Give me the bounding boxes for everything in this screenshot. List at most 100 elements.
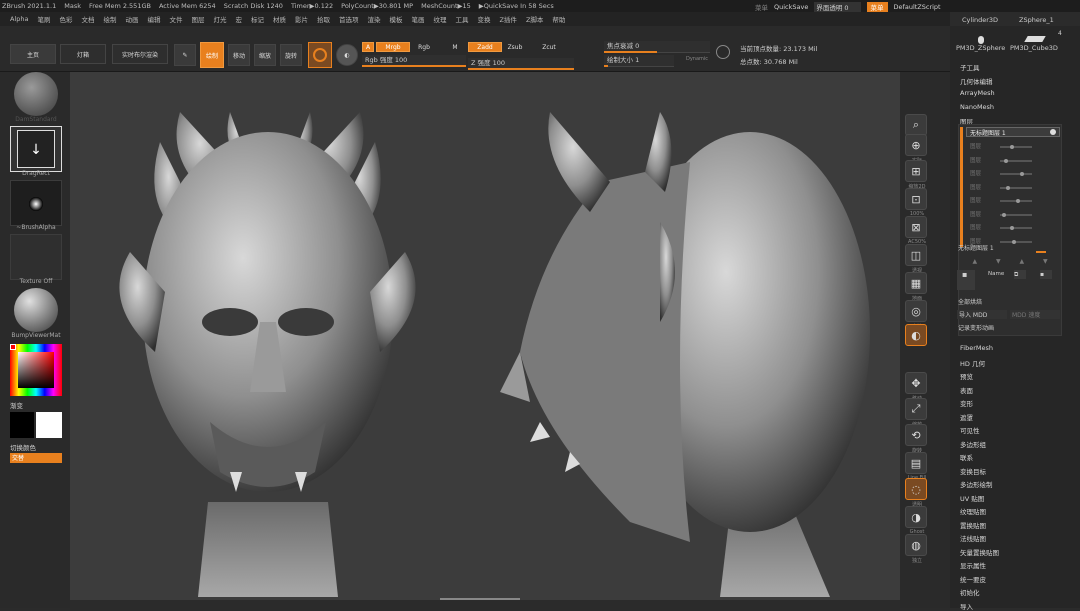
tray-menu-item[interactable]: 可见性 xyxy=(960,425,980,435)
new-layer-button[interactable]: ▪ xyxy=(957,270,975,290)
shelf-button[interactable]: ⟲ xyxy=(905,424,927,446)
menu-item[interactable]: 色彩 xyxy=(59,14,72,24)
tray-menu-item[interactable]: 联系 xyxy=(960,452,973,462)
scale-button[interactable]: 缩放 xyxy=(254,44,276,66)
layer-intensity-knob[interactable] xyxy=(1012,239,1016,244)
a-toggle[interactable]: A xyxy=(362,42,374,52)
ui-transparency-slider[interactable]: 界面透明 0 xyxy=(814,1,861,12)
tray-menu-item[interactable]: 导入 xyxy=(960,601,973,611)
menu-item[interactable]: 绘制 xyxy=(103,14,116,24)
rotate-button[interactable]: 旋转 xyxy=(280,44,302,66)
menu-item[interactable]: 拾取 xyxy=(317,14,330,24)
m-toggle[interactable]: M xyxy=(448,42,462,52)
stroke-thumb[interactable]: ↓ xyxy=(10,126,62,172)
shelf-button[interactable]: ⊞ xyxy=(905,160,927,182)
tray-menu-item[interactable]: 统一要皮 xyxy=(960,574,986,584)
switch-color-button[interactable]: 切换颜色 xyxy=(10,442,36,452)
layer-intensity-bar[interactable] xyxy=(1000,173,1032,175)
draw-button[interactable]: 绘制 xyxy=(200,42,224,68)
shelf-button[interactable]: ⌕ xyxy=(905,114,927,136)
shelf-button[interactable]: ▤ xyxy=(905,452,927,474)
shelf-button[interactable]: ◐ xyxy=(905,324,927,346)
layer-row[interactable]: 图层 xyxy=(970,210,1062,219)
alpha-thumb[interactable] xyxy=(10,180,62,226)
menu-item[interactable]: 文件 xyxy=(169,14,182,24)
menu-item[interactable]: 动画 xyxy=(125,14,138,24)
mrgb-toggle[interactable]: Mrgb xyxy=(376,42,410,52)
live-boolean-button[interactable]: 实时布尔渲染 xyxy=(112,44,168,64)
texture-thumb[interactable] xyxy=(10,234,62,280)
layer-intensity-bar[interactable] xyxy=(1000,227,1032,229)
shelf-button[interactable]: ⊕ xyxy=(905,134,927,156)
tray-menu-item[interactable]: 显示属性 xyxy=(960,560,986,570)
gizmo-button[interactable] xyxy=(308,42,332,68)
move-button[interactable]: 移动 xyxy=(228,44,250,66)
shelf-button[interactable]: ◑ xyxy=(905,506,927,528)
layer-scroll[interactable] xyxy=(960,127,963,247)
tray-menu-item[interactable]: 子工具 xyxy=(960,62,980,72)
tray-menu-item[interactable]: 变形 xyxy=(960,398,973,408)
zadd-toggle[interactable]: Zadd xyxy=(468,42,502,52)
material-thumb[interactable] xyxy=(10,288,62,334)
layer-active[interactable]: 无标题图层 1 xyxy=(966,127,1060,137)
layer-intensity-knob[interactable] xyxy=(1006,185,1010,190)
tool-thumb-zsphere[interactable]: ZSphere_1 xyxy=(1015,14,1060,34)
layer-row[interactable]: 图层 xyxy=(970,223,1062,232)
layer-row[interactable]: 图层 xyxy=(970,156,1062,165)
menu-item[interactable]: 渲染 xyxy=(367,14,380,24)
layer-intensity-bar[interactable] xyxy=(1000,146,1032,148)
layer-intensity-knob[interactable] xyxy=(1002,212,1006,217)
arrow-down-icon[interactable]: ▼ xyxy=(996,258,1001,266)
focal-shift-slider[interactable]: 焦点衰减 0 xyxy=(604,41,710,53)
color-square[interactable] xyxy=(18,352,54,388)
edit-button[interactable]: ✎ xyxy=(174,44,196,66)
menu-item[interactable]: 标记 xyxy=(251,14,264,24)
shelf-button[interactable]: ◍ xyxy=(905,534,927,556)
tray-menu-item[interactable]: 表面 xyxy=(960,385,973,395)
tray-menu-item[interactable]: 多边形绘制 xyxy=(960,479,993,489)
arrow-down2-icon[interactable]: ▼ xyxy=(1043,258,1048,266)
menu-item[interactable]: 材质 xyxy=(273,14,286,24)
tray-menu-item[interactable]: UV 贴图 xyxy=(960,493,984,503)
tool-thumb-pm3d-zsphere[interactable]: PM3D_ZSphere xyxy=(956,36,1005,56)
arrow-up2-icon[interactable]: ▲ xyxy=(1019,258,1024,266)
menu-toggle[interactable]: 菜单 xyxy=(755,2,768,12)
tray-menu-item[interactable]: FiberMesh xyxy=(960,344,993,352)
main-color-swatch[interactable] xyxy=(10,412,34,438)
alternate-button[interactable]: 交替 xyxy=(10,453,62,463)
tray-menu-item[interactable]: 置换贴图 xyxy=(960,520,986,530)
tray-menu-item[interactable]: 法线贴图 xyxy=(960,533,986,543)
layer-intensity-bar[interactable] xyxy=(1000,186,1032,189)
tray-menu-item[interactable]: NanoMesh xyxy=(960,103,994,111)
menu-item[interactable]: 文档 xyxy=(81,14,94,24)
rgb-toggle[interactable]: Rgb xyxy=(412,42,436,52)
material-sphere-button[interactable]: ◐ xyxy=(336,44,358,66)
layer-row[interactable]: 图层 xyxy=(970,142,1062,151)
zcut-toggle[interactable]: Zcut xyxy=(538,42,560,52)
layer-intensity-knob[interactable] xyxy=(1020,172,1024,176)
arrow-up-icon[interactable]: ▲ xyxy=(972,258,977,266)
secondary-color-swatch[interactable] xyxy=(36,412,62,438)
menu-item[interactable]: Z插件 xyxy=(499,14,516,24)
menu-item[interactable]: 笔画 xyxy=(411,14,424,24)
layer-intensity-knob[interactable] xyxy=(1010,226,1014,230)
tray-menu-item[interactable]: HD 几何 xyxy=(960,358,985,368)
delete-button[interactable]: ▪ xyxy=(1040,270,1052,279)
shelf-button[interactable]: ✥ xyxy=(905,372,927,394)
menu-item[interactable]: 帮助 xyxy=(552,14,565,24)
layer-intensity-knob[interactable] xyxy=(1004,158,1008,163)
zsub-toggle[interactable]: Zsub xyxy=(504,42,526,52)
shelf-button[interactable]: ⤢ xyxy=(905,398,927,420)
shelf-button[interactable]: ◫ xyxy=(905,244,927,266)
lightbox-button[interactable]: 灯箱 xyxy=(60,44,106,64)
menu-item[interactable]: Z脚本 xyxy=(526,14,543,24)
tool-thumb-cylinder[interactable]: Cylinder3D xyxy=(958,14,1003,34)
brush-thumb[interactable] xyxy=(10,72,62,118)
layer2-intensity-bar[interactable] xyxy=(1036,251,1046,253)
bake-all-button[interactable]: 全部烘焙 xyxy=(958,297,982,306)
default-zscript[interactable]: DefaultZScript xyxy=(894,3,941,11)
menu-item[interactable]: 变换 xyxy=(477,14,490,24)
layer-intensity-knob[interactable] xyxy=(1016,199,1020,203)
menu-item[interactable]: 影片 xyxy=(295,14,308,24)
dynamic-toggle[interactable]: Dynamic xyxy=(686,56,708,62)
